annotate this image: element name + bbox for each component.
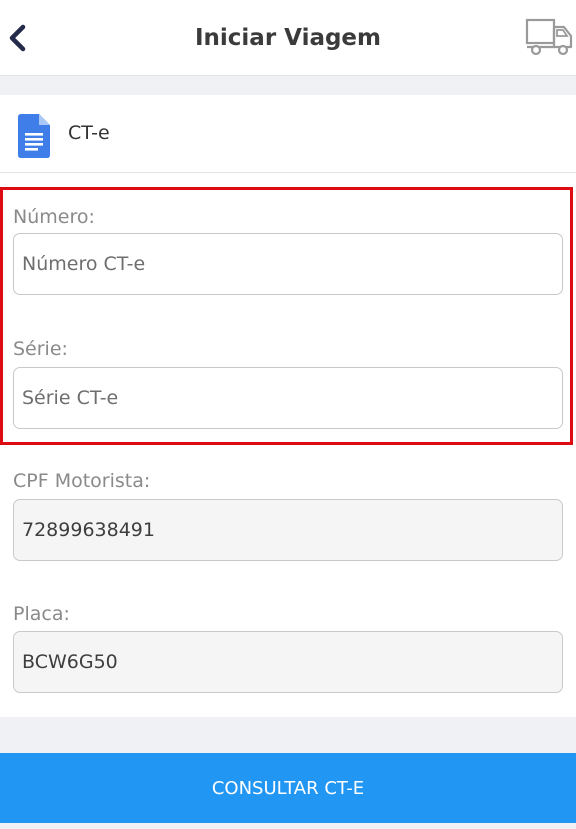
cte-card: CT-e Número: Série: CPF Motorista: Placa… (0, 95, 576, 717)
page-title: Iniciar Viagem (194, 25, 382, 51)
card-title: CT-e (68, 122, 110, 144)
placa-input[interactable] (13, 631, 563, 693)
app-header: Iniciar Viagem (0, 0, 576, 76)
serie-input[interactable] (13, 367, 563, 429)
serie-label: Série: (13, 338, 68, 360)
document-icon (17, 113, 51, 159)
cpf-input[interactable] (13, 499, 563, 561)
placa-label: Placa: (13, 603, 70, 625)
card-header: CT-e (0, 95, 576, 173)
numero-input[interactable] (13, 233, 563, 295)
consultar-cte-button[interactable]: CONSULTAR CT-E (0, 753, 576, 823)
cpf-label: CPF Motorista: (13, 470, 151, 492)
numero-label: Número: (13, 206, 95, 228)
truck-icon (524, 16, 574, 58)
